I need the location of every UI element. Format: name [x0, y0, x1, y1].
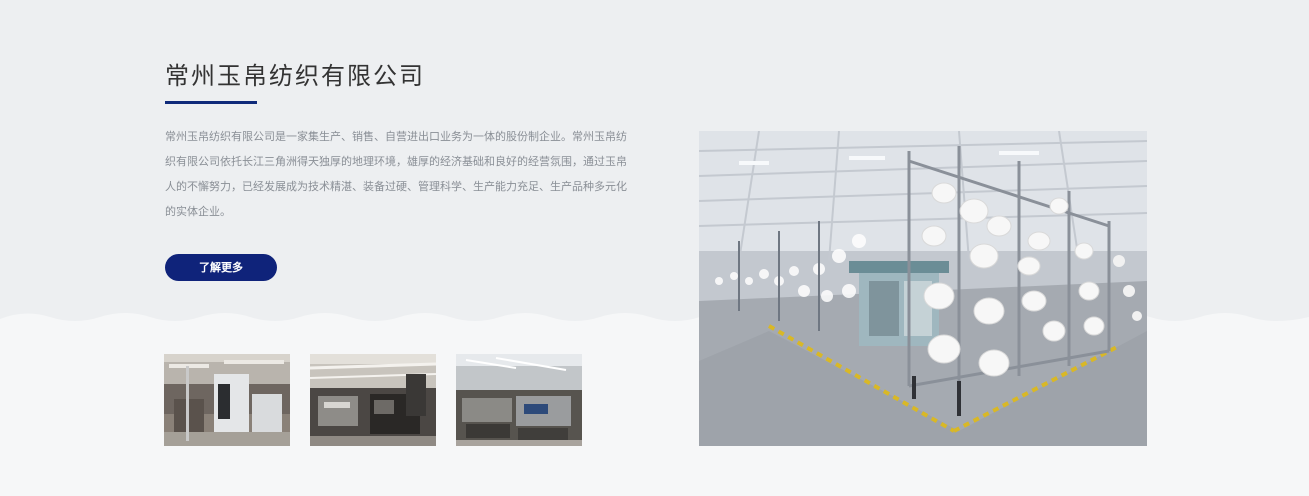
- knitting-machine-image: [699, 131, 1147, 446]
- company-description: 常州玉帛纺织有限公司是一家集生产、销售、自营进出口业务为一体的股份制企业。常州玉…: [165, 130, 627, 218]
- title-underline: [165, 101, 257, 104]
- factory-photo-image: [164, 354, 290, 446]
- factory-thumbnail-1[interactable]: [164, 354, 290, 446]
- main-factory-photo: [699, 131, 1147, 446]
- learn-more-button[interactable]: 了解更多: [165, 254, 277, 281]
- weaving-workshop-image: [456, 354, 582, 446]
- company-title: 常州玉帛纺织有限公司: [165, 62, 425, 90]
- factory-thumbnail-2[interactable]: [310, 354, 436, 446]
- factory-thumbnail-3[interactable]: [456, 354, 582, 446]
- company-intro-section: 常州玉帛纺织有限公司 常州玉帛纺织有限公司是一家集生产、销售、自营进出口业务为一…: [0, 0, 1309, 496]
- loom-photo-image: [310, 354, 436, 446]
